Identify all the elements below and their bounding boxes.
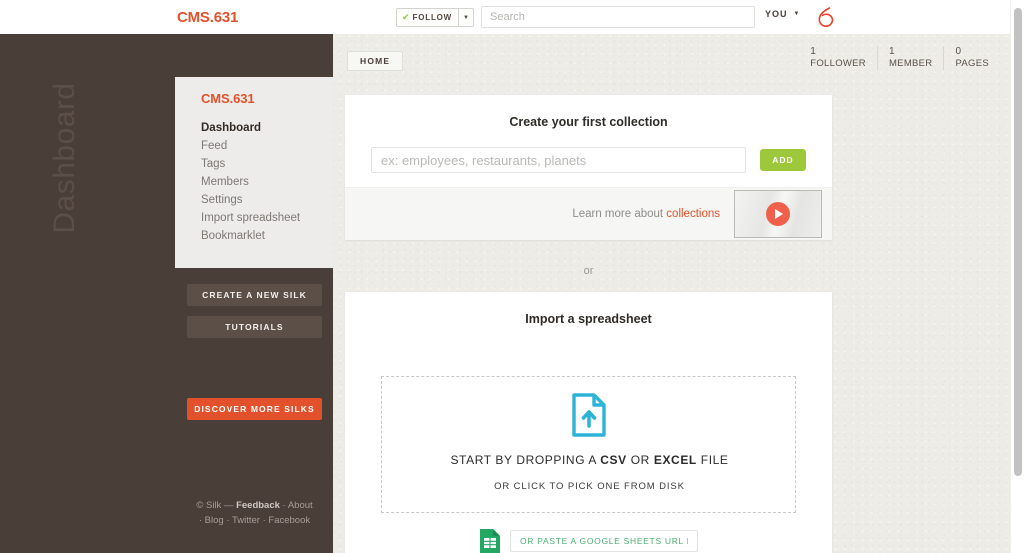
create-collection-card: Create your first collection ADD Learn m… [345,95,832,240]
left-sidebar: Dashboard CMS.631 Dashboard Feed Tags Me… [0,33,333,553]
stat-members-value: 1 [888,46,895,57]
footer-line-1: © Silk — Feedback · About [182,498,327,513]
breadcrumb-bar: HOME 1 FOLLOWER 1 MEMBER 0 PAGES [333,33,1010,81]
main-content: HOME 1 FOLLOWER 1 MEMBER 0 PAGES Create … [333,33,1010,553]
global-topbar: CMS.631 ✔ FOLLOW ▼ YOU ▼ [0,0,1010,34]
stat-followers-value: 1 [810,46,816,57]
footer-line-2: · Blog · Twitter · Facebook [182,513,327,528]
google-sheets-icon [480,529,500,553]
sidebar-watermark-label: Dashboard [48,82,81,234]
stat-pages-label: PAGES [955,58,989,69]
follow-button-label: FOLLOW [412,13,453,22]
learn-more-text: Learn more about collections [572,208,720,220]
collection-name-input[interactable] [371,147,746,173]
stat-members: 1 MEMBER [876,46,944,70]
sidebar-item-bookmarklet[interactable]: Bookmarklet [201,227,333,245]
page-scrollbar-thumb[interactable] [1014,8,1022,476]
stat-pages: 0 PAGES [943,46,1000,70]
sidebar-item-feed[interactable]: Feed [201,137,333,155]
sidebar-item-import-spreadsheet[interactable]: Import spreadsheet [201,209,333,227]
silk-logo-icon[interactable] [815,5,837,29]
file-upload-icon [571,393,607,442]
drop-text-excel: EXCEL [653,453,697,467]
dropzone-primary-text: START BY DROPPING A CSV OR EXCEL FILE [382,453,797,467]
drop-text-b: OR [626,453,654,467]
or-divider: or [583,265,594,277]
sidebar-item-dashboard[interactable]: Dashboard [201,119,333,137]
sidebar-nav-list: Dashboard Feed Tags Members Settings Imp… [201,119,333,245]
sidebar-item-tags[interactable]: Tags [201,155,333,173]
chevron-down-icon: ▼ [793,11,800,17]
breadcrumb-home[interactable]: HOME [347,51,404,71]
footer-copyright: © Silk — [196,500,237,511]
topbar-site-name[interactable]: CMS.631 [177,9,238,26]
follow-button[interactable]: ✔ FOLLOW ▼ [396,8,475,27]
stat-pages-value: 0 [955,46,962,57]
play-triangle [775,209,783,219]
footer-link-facebook[interactable]: Facebook [268,515,310,526]
follow-button-main[interactable]: ✔ FOLLOW [397,9,460,26]
silk-dashboard-page: CMS.631 ✔ FOLLOW ▼ YOU ▼ Dashboard CMS.6… [0,0,1024,553]
drop-text-a: START BY DROPPING A [450,453,601,467]
add-collection-button[interactable]: ADD [760,149,806,171]
collections-video-thumbnail[interactable] [734,190,822,238]
import-spreadsheet-card: Import a spreadsheet START BY DROPPING A… [345,292,832,553]
file-dropzone[interactable]: START BY DROPPING A CSV OR EXCEL FILE OR… [381,376,796,513]
dropzone-secondary-text: OR CLICK TO PICK ONE FROM DISK [494,481,685,492]
sidebar-footer: © Silk — Feedback · About · Blog · Twitt… [182,498,327,528]
footer-link-about[interactable]: About [288,500,313,511]
sidebar-nav-card: CMS.631 Dashboard Feed Tags Members Sett… [175,77,333,268]
google-sheets-url-input[interactable] [510,530,698,552]
learn-more-strip: Learn more about collections [345,187,832,240]
tutorials-button[interactable]: TUTORIALS [187,316,322,338]
sidebar-item-members[interactable]: Members [201,173,333,191]
drop-text-csv: CSV [600,453,627,467]
check-icon: ✔ [402,12,410,22]
create-collection-title: Create your first collection [509,115,668,129]
sidebar-site-name[interactable]: CMS.631 [201,91,333,106]
footer-link-twitter[interactable]: Twitter [232,515,260,526]
drop-text-c: FILE [696,453,729,467]
chevron-down-icon[interactable]: ▼ [459,9,473,26]
footer-link-feedback[interactable]: Feedback [236,500,280,511]
google-sheets-row [345,528,832,553]
stat-followers-label: FOLLOWER [810,58,866,69]
create-new-silk-button[interactable]: CREATE A NEW SILK [187,284,322,306]
footer-link-blog[interactable]: Blog [205,515,224,526]
footer-sep-1: · [279,500,288,511]
play-icon [766,202,790,226]
create-collection-row: ADD [345,129,832,173]
import-spreadsheet-title: Import a spreadsheet [525,312,652,326]
account-menu-label: YOU [765,9,788,19]
search-input[interactable] [481,6,755,28]
discover-more-silks-button[interactable]: DISCOVER MORE SILKS [187,398,322,420]
account-menu[interactable]: YOU ▼ [765,9,799,19]
learn-more-prefix: Learn more about [572,208,667,220]
footer-sep-2: · [223,515,232,526]
learn-more-collections-link[interactable]: collections [666,208,720,220]
stat-members-label: MEMBER [888,58,933,69]
page-scrollbar[interactable] [1010,0,1024,553]
site-stats: 1 FOLLOWER 1 MEMBER 0 PAGES [799,46,1000,70]
sidebar-item-settings[interactable]: Settings [201,191,333,209]
stat-followers: 1 FOLLOWER [799,46,877,70]
